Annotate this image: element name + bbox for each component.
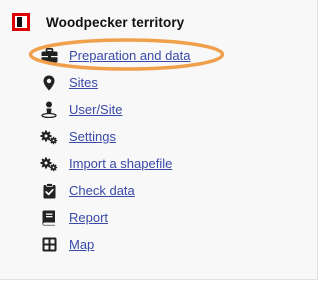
menu-label-import-shapefile[interactable]: Import a shapefile: [69, 156, 172, 171]
menu-label-report[interactable]: Report: [69, 210, 108, 225]
map-marker-icon: [40, 74, 58, 92]
menu-item-check-data[interactable]: Check data: [40, 177, 190, 204]
main-menu: Preparation and data Sites User/Site Set…: [40, 42, 190, 258]
menu-item-user-site[interactable]: User/Site: [40, 96, 190, 123]
user-pin-icon: [40, 101, 58, 119]
menu-item-import-shapefile[interactable]: Import a shapefile: [40, 150, 190, 177]
menu-item-map[interactable]: Map: [40, 231, 190, 258]
panel-header: Woodpecker territory: [12, 13, 184, 31]
grid-icon: [40, 236, 58, 254]
menu-label-map[interactable]: Map: [69, 237, 94, 252]
side-panel: Woodpecker territory Preparation and dat…: [0, 0, 318, 280]
menu-item-settings[interactable]: Settings: [40, 123, 190, 150]
menu-label-preparation[interactable]: Preparation and data: [69, 48, 190, 63]
app-logo-icon: [12, 13, 30, 31]
briefcase-icon: [40, 47, 58, 65]
panel-title: Woodpecker territory: [46, 14, 185, 30]
menu-item-sites[interactable]: Sites: [40, 69, 190, 96]
menu-label-settings[interactable]: Settings: [69, 129, 116, 144]
menu-item-preparation[interactable]: Preparation and data: [40, 42, 190, 69]
menu-label-sites[interactable]: Sites: [69, 75, 98, 90]
cogs-icon: [40, 155, 58, 173]
clipboard-check-icon: [40, 182, 58, 200]
menu-item-report[interactable]: Report: [40, 204, 190, 231]
book-icon: [40, 209, 58, 227]
cogs-icon: [40, 128, 58, 146]
menu-label-user-site[interactable]: User/Site: [69, 102, 122, 117]
menu-label-check-data[interactable]: Check data: [69, 183, 135, 198]
